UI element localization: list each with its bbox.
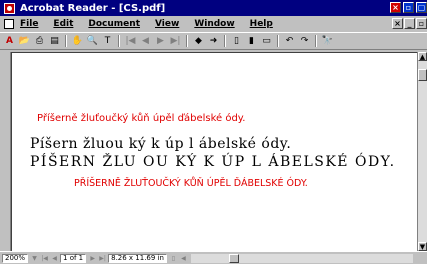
fit-page-icon[interactable]: ▮ [245,35,258,48]
toolbar: A 📂 ⎙ ▤ ✋ 🔍 T |◀ ◀ ▶ ▶| ◆ ➜ ▯ ▮ ▭ ↶ ↷ 🔭 [0,32,427,50]
document-menu-icon[interactable] [4,19,14,29]
toolbar-separator [65,35,67,47]
window-controls: × ▫ ▢ [390,2,427,13]
toolbar-separator [277,35,279,47]
page-layout-icon[interactable]: ▯ [169,254,178,263]
zoom-tool-icon[interactable]: 🔍 [86,35,99,48]
rotate-right-icon[interactable]: ↷ [298,35,311,48]
doc-restore-button[interactable]: ▫ [416,18,427,29]
acrobat-app-icon[interactable] [4,2,15,14]
go-forward-icon[interactable]: ➜ [207,35,220,48]
app-window: Acrobat Reader - [CS.pdf] × ▫ ▢ File Edi… [0,0,427,264]
toolbar-separator [186,35,188,47]
menu-bar: File Edit Document View Window Help × _ … [0,16,427,32]
vertical-scrollbar[interactable]: ▲ ▼ [417,52,427,251]
hand-tool-icon[interactable]: ✋ [71,35,84,48]
close-button[interactable]: × [390,2,401,13]
menu-view[interactable]: View [155,19,179,29]
scroll-up-icon[interactable]: ▲ [418,52,427,61]
menu-file[interactable]: File [20,19,38,29]
status-next-page-icon[interactable]: ▶ [88,254,97,263]
document-line-serif-caps: PÍŠERN ŽLU OU KÝ K ÚP L ÁBELSKÉ ÓDY. [30,154,396,170]
menu-window[interactable]: Window [194,19,234,29]
rotate-left-icon[interactable]: ↶ [283,35,296,48]
fit-width-icon[interactable]: ▭ [260,35,273,48]
title-bar: Acrobat Reader - [CS.pdf] × ▫ ▢ [0,0,427,16]
document-view[interactable]: Příšerně žluťoučký kůň úpěl ďábelské ódy… [11,52,417,251]
status-bar: 200% ▼ |◀ ◀ 1 of 1 ▶ ▶| 8.26 x 11.69 in … [0,251,427,264]
toolbar-separator [224,35,226,47]
navigation-pane-strip[interactable] [0,52,11,251]
last-page-icon[interactable]: ▶| [169,35,182,48]
zoom-level[interactable]: 200% [2,253,29,263]
menu-edit[interactable]: Edit [53,19,73,29]
text-select-icon[interactable]: T [101,35,114,48]
page-indicator[interactable]: 1 of 1 [60,253,87,263]
acrobat-logo-icon[interactable]: A [3,35,16,48]
scroll-down-icon[interactable]: ▼ [418,242,427,251]
maximize-button[interactable]: ▢ [416,2,427,13]
document-line-red-caps: PŘÍŠERNĚ ŽLUŤOUČKÝ KŮŇ ÚPĚL ĎÁBELSKÉ ÓDY… [74,178,308,189]
status-last-page-icon[interactable]: ▶| [98,254,107,263]
vertical-scroll-thumb[interactable] [418,69,427,81]
find-icon[interactable]: 🔭 [321,35,334,48]
horizontal-scroll-thumb[interactable] [228,253,239,263]
print-icon[interactable]: ⎙ [33,35,46,48]
status-first-page-icon[interactable]: |◀ [40,254,49,263]
toolbar-separator [315,35,317,47]
scroll-left-icon[interactable]: ◀ [179,254,188,263]
page-only-icon[interactable]: ▤ [48,35,61,48]
window-title: Acrobat Reader - [CS.pdf] [20,2,166,14]
toolbar-separator [118,35,120,47]
document-line-red: Příšerně žluťoučký kůň úpěl ďábelské ódy… [37,113,246,124]
horizontal-scrollbar[interactable] [190,253,413,263]
actual-size-icon[interactable]: ▯ [230,35,243,48]
next-page-icon[interactable]: ▶ [154,35,167,48]
status-prev-page-icon[interactable]: ◀ [50,254,59,263]
doc-close-button[interactable]: × [392,18,403,29]
prev-page-icon[interactable]: ◀ [139,35,152,48]
document-line-serif: Píšern žluou ký k úp l ábelské ódy. [30,136,292,152]
open-icon[interactable]: 📂 [18,35,31,48]
document-window-controls: × _ ▫ [392,18,427,29]
first-page-icon[interactable]: |◀ [124,35,137,48]
zoom-dropdown-icon[interactable]: ▼ [30,254,39,263]
restore-button[interactable]: ▫ [403,2,414,13]
go-back-icon[interactable]: ◆ [192,35,205,48]
doc-minimize-button[interactable]: _ [404,18,415,29]
page-size: 8.26 x 11.69 in [108,253,167,263]
menu-help[interactable]: Help [250,19,273,29]
menu-document[interactable]: Document [88,19,140,29]
